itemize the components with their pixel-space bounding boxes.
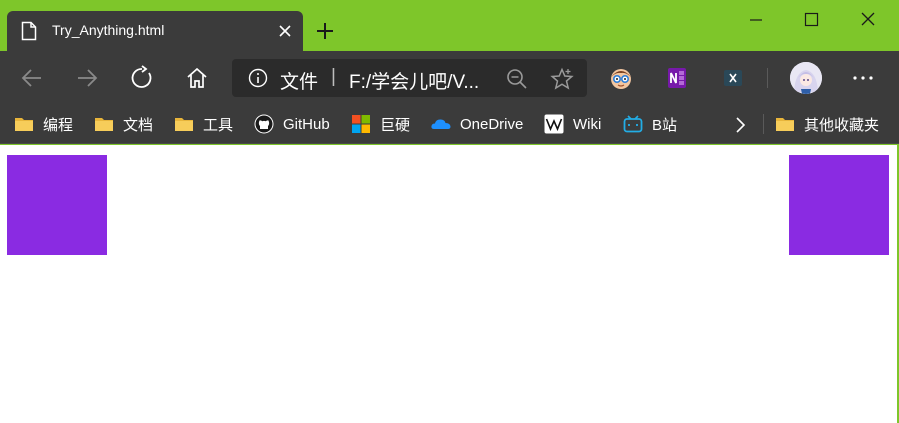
bookmark-folder-gongju[interactable]: 工具 bbox=[174, 112, 233, 136]
plus-icon[interactable] bbox=[314, 20, 336, 42]
zoom-out-icon[interactable] bbox=[506, 68, 528, 90]
bookmark-label: B站 bbox=[652, 116, 678, 134]
cloud-icon bbox=[431, 119, 451, 129]
tab-title: Try_Anything.html bbox=[52, 22, 165, 38]
bookmark-folder-biancheng[interactable]: 编程 bbox=[14, 112, 73, 136]
tab-active[interactable]: Try_Anything.html bbox=[7, 11, 303, 51]
address-bar[interactable]: 文件 | F:/学会儿吧/V... bbox=[232, 59, 587, 97]
navigation-toolbar: 文件 | F:/学会儿吧/V... bbox=[0, 51, 899, 104]
toolbar-divider bbox=[767, 68, 768, 88]
bookmark-label: 编程 bbox=[43, 116, 74, 134]
star-icon[interactable] bbox=[550, 67, 574, 91]
arrow-left-icon[interactable] bbox=[19, 65, 45, 91]
chevron-right-icon[interactable] bbox=[730, 114, 750, 136]
bookmark-wiki[interactable]: Wiki bbox=[544, 112, 601, 136]
document-icon bbox=[21, 21, 37, 41]
microsoft-icon bbox=[352, 115, 370, 133]
close-icon[interactable] bbox=[277, 23, 293, 39]
folder-icon bbox=[95, 118, 113, 131]
bookmark-onedrive[interactable]: OneDrive bbox=[431, 112, 523, 136]
maximize-icon[interactable] bbox=[788, 6, 834, 34]
address-separator: | bbox=[331, 66, 336, 87]
minimize-icon[interactable] bbox=[733, 6, 779, 34]
avatar[interactable] bbox=[790, 62, 822, 94]
more-options-icon[interactable] bbox=[851, 65, 875, 91]
folder-icon bbox=[15, 118, 33, 131]
folder-icon bbox=[175, 118, 193, 131]
bookmark-label: GitHub bbox=[283, 115, 330, 133]
address-url[interactable]: F:/学会儿吧/V... bbox=[349, 67, 479, 94]
bookmark-github[interactable]: GitHub bbox=[254, 112, 330, 136]
home-icon[interactable] bbox=[184, 65, 210, 91]
onenote-icon[interactable] bbox=[664, 65, 690, 91]
bookmark-microsoft[interactable]: 巨硬 bbox=[351, 112, 410, 136]
purple-box-right bbox=[789, 155, 889, 255]
bookmark-bilibili[interactable]: B站 bbox=[623, 112, 677, 136]
info-icon[interactable] bbox=[248, 68, 268, 88]
bookmarks-divider bbox=[763, 114, 764, 134]
other-bookmarks-folder[interactable]: 其他收藏夹 bbox=[775, 112, 879, 136]
bookmark-label: 巨硬 bbox=[380, 116, 411, 134]
tab-strip: Try_Anything.html bbox=[0, 0, 899, 51]
arrow-right-icon[interactable] bbox=[74, 65, 100, 91]
bookmarks-bar: 编程 文档 工具 GitHub 巨硬 OneDrive Wiki B站 其他收藏… bbox=[0, 104, 899, 144]
address-scheme-label: 文件 bbox=[280, 72, 319, 93]
x-extension-icon[interactable] bbox=[720, 65, 746, 91]
bilibili-icon bbox=[623, 115, 643, 133]
folder-icon bbox=[776, 118, 794, 131]
github-icon bbox=[254, 114, 274, 134]
bookmark-folder-wendang[interactable]: 文档 bbox=[94, 112, 153, 136]
bookmark-label: 文档 bbox=[123, 116, 154, 134]
other-bookmarks-label: 其他收藏夹 bbox=[804, 116, 880, 134]
nerd-face-icon[interactable] bbox=[608, 65, 634, 91]
bookmark-label: OneDrive bbox=[460, 115, 524, 133]
page-content bbox=[0, 145, 897, 423]
bookmark-label: 工具 bbox=[203, 116, 234, 134]
wikipedia-icon bbox=[544, 114, 564, 134]
browser-window: Try_Anything.html 文件 | F:/学会儿吧/V... 编程 文… bbox=[0, 0, 899, 423]
refresh-icon[interactable] bbox=[129, 65, 155, 91]
bookmark-label: Wiki bbox=[573, 115, 602, 133]
purple-box-left bbox=[7, 155, 107, 255]
close-icon[interactable] bbox=[845, 6, 891, 34]
